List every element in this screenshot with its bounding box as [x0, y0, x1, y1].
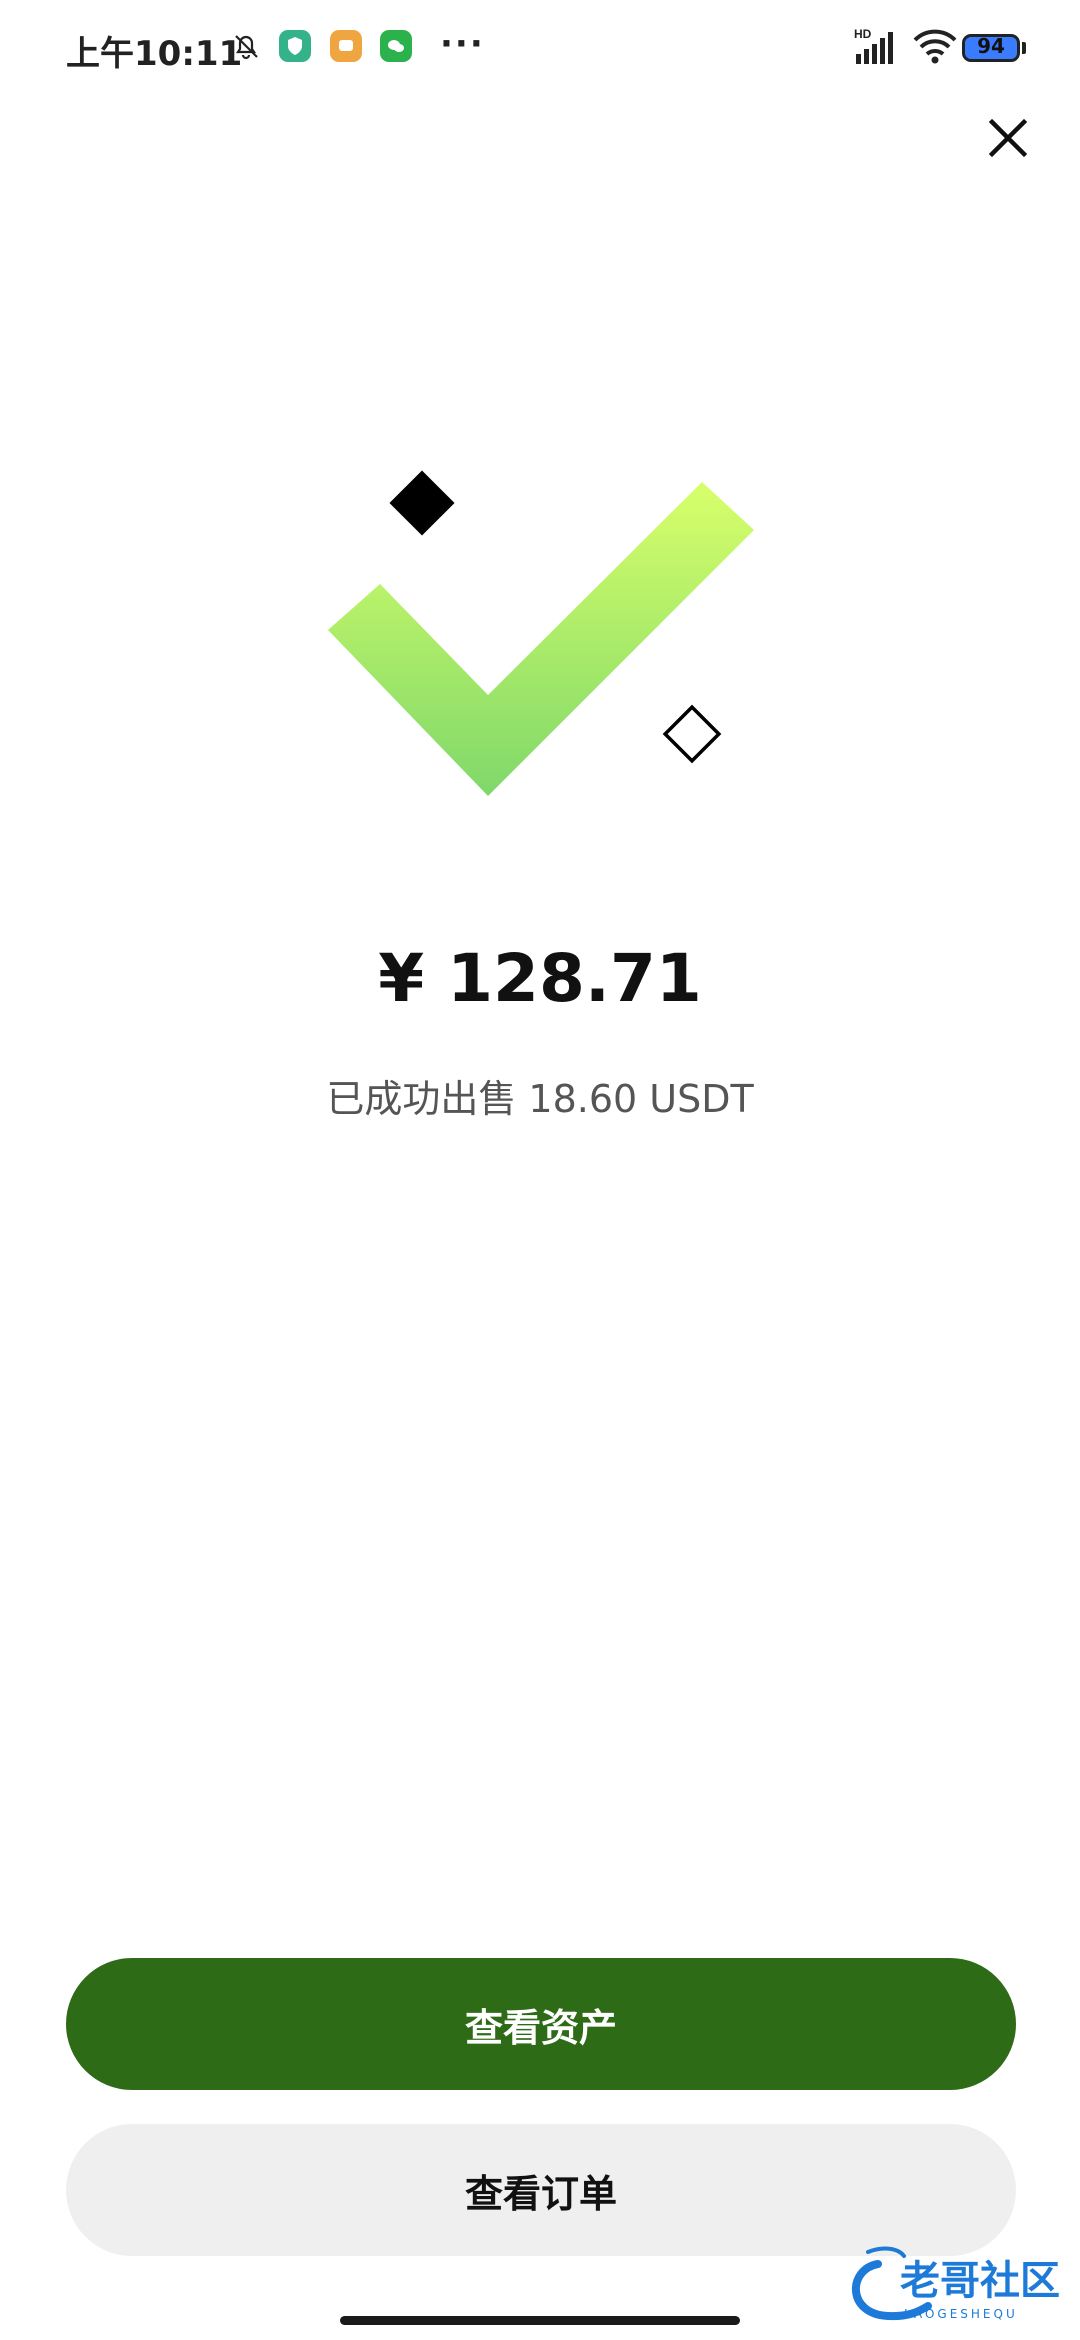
status-bar: 上午10:11 ··· HD 94 [0, 0, 1080, 100]
watermark-logo: 老哥社区 LAOGESHEQU [851, 2246, 1060, 2321]
chat-app-icon [330, 30, 362, 62]
filled-diamond-icon [389, 470, 455, 536]
view-assets-button[interactable]: 查看资产 [66, 1958, 1016, 2090]
watermark-subtext: LAOGESHEQU [904, 2307, 1018, 2321]
wifi-icon [913, 29, 957, 64]
view-orders-label: 查看订单 [464, 2171, 617, 2216]
battery-icon: 94 [962, 34, 1020, 62]
bell-muted-icon [235, 35, 258, 60]
close-icon[interactable] [982, 112, 1034, 164]
status-time: 上午10:11 [66, 34, 243, 74]
success-checkmark-illustration [328, 470, 754, 796]
sale-amount: ¥ 128.71 [378, 940, 702, 1017]
more-notifications-icon: ··· [440, 24, 485, 64]
outline-diamond-icon [662, 704, 722, 764]
view-orders-button[interactable]: 查看订单 [66, 2124, 1016, 2256]
watermark-text: 老哥社区 [900, 2258, 1060, 2304]
battery-nub [1022, 42, 1026, 54]
view-assets-label: 查看资产 [464, 2005, 617, 2050]
battery-level: 94 [977, 34, 1005, 58]
signal-icon: HD [854, 27, 893, 64]
sale-success-message: 已成功出售 18.60 USDT [326, 1077, 754, 1121]
checkmark-icon [328, 482, 754, 796]
network-label: HD [854, 27, 872, 41]
wechat-icon [380, 30, 412, 62]
home-indicator[interactable] [340, 2316, 740, 2325]
shield-app-icon [279, 30, 311, 62]
